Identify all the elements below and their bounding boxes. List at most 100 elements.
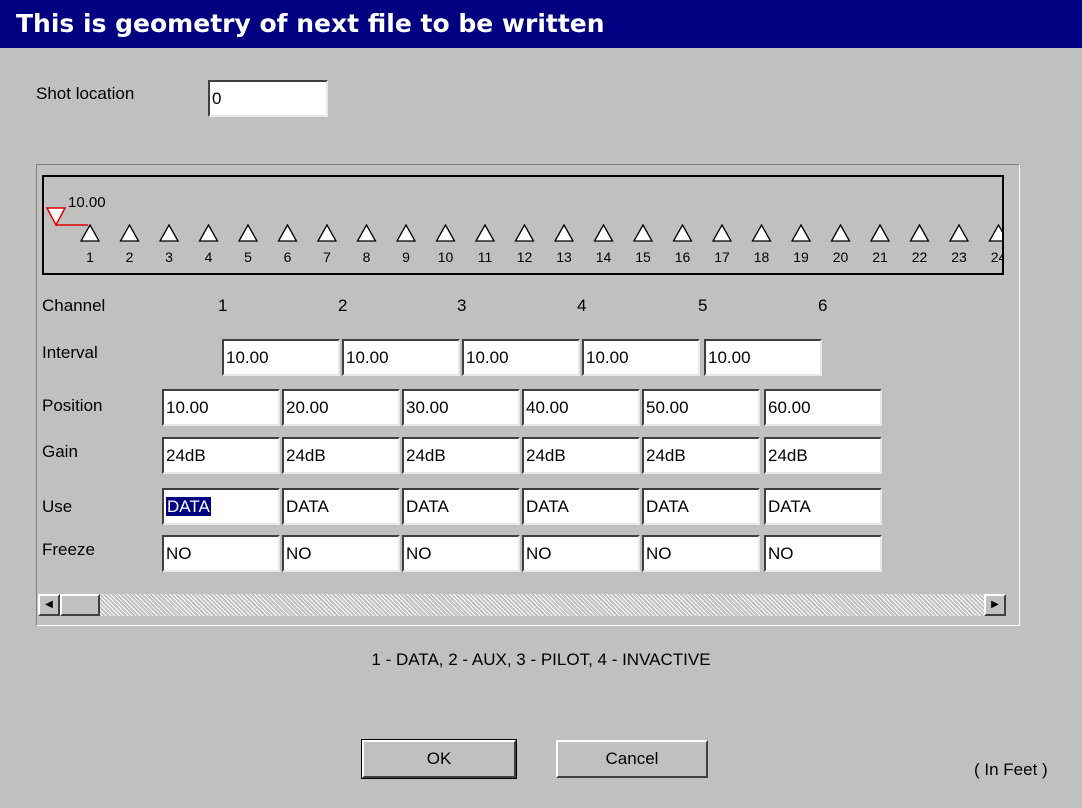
geophone-number: 13 <box>556 249 572 265</box>
freeze-field[interactable]: NO <box>162 535 280 572</box>
channel-number: 5 <box>698 296 708 315</box>
use-row-label: Use <box>42 497 73 516</box>
geophone-number: 14 <box>596 249 612 265</box>
source-offset-label: 10.00 <box>68 194 106 211</box>
geophone-number: 9 <box>402 249 410 265</box>
geophone-number: 21 <box>872 249 888 265</box>
geophone-triangle-icon <box>909 223 930 242</box>
geometry-display: 1 2 3 4 5 6 7 8 9 10 11 12 13 14 15 16 17 18 19 20 21 22 23 24 … <box>42 175 1004 275</box>
gain-field[interactable]: 24dB <box>764 437 882 474</box>
geophone-triangle-icon <box>79 223 101 242</box>
geophone-triangle-icon <box>237 223 259 242</box>
interval-field[interactable]: 10.00 <box>462 339 580 376</box>
position-field[interactable]: 10.00 <box>162 389 280 426</box>
interval-row-label: Interval <box>42 343 98 362</box>
use-field[interactable]: DATA <box>522 488 640 525</box>
freeze-row-label: Freeze <box>42 540 95 559</box>
geophone-number: 16 <box>675 249 691 265</box>
position-field[interactable]: 30.00 <box>402 389 520 426</box>
geophone-triangle-icon <box>316 223 338 242</box>
geophone-triangle-icon <box>474 223 496 242</box>
ok-button-label: OK <box>426 749 452 768</box>
interval-field[interactable]: 10.00 <box>342 339 460 376</box>
use-field[interactable]: DATA <box>642 488 760 525</box>
gain-field[interactable]: 24dB <box>162 437 280 474</box>
geophone-triangle-icon <box>672 223 693 242</box>
geophone-number: 10 <box>438 249 454 265</box>
geophone-number: 5 <box>244 249 252 265</box>
horizontal-scrollbar[interactable]: ◀ ▶ <box>38 594 1006 616</box>
interval-field[interactable]: 10.00 <box>222 339 340 376</box>
geophone-triangle-icon <box>277 223 298 242</box>
geophone-number: 11 <box>478 249 493 265</box>
geophone-triangle-icon <box>158 223 180 242</box>
cancel-button-label: Cancel <box>605 749 659 768</box>
geophone-number: 7 <box>323 249 331 265</box>
freeze-field[interactable]: NO <box>642 535 760 572</box>
channel-number: 4 <box>577 296 587 315</box>
scroll-thumb[interactable] <box>60 594 100 616</box>
dialog-title: This is geometry of next file to be writ… <box>0 0 1082 48</box>
left-arrow-icon: ◀ <box>45 599 53 610</box>
gain-row-label: Gain <box>42 442 78 461</box>
geophone-triangle-icon <box>790 223 812 242</box>
position-field[interactable]: 60.00 <box>764 389 882 426</box>
geophone-number: 23 <box>951 249 967 265</box>
channel-number: 2 <box>338 296 348 315</box>
channel-number: 3 <box>457 296 467 315</box>
position-field[interactable]: 50.00 <box>642 389 760 426</box>
gain-field[interactable]: 24dB <box>282 437 400 474</box>
scroll-right-button[interactable]: ▶ <box>984 594 1006 616</box>
units-label: ( In Feet ) <box>974 760 1048 779</box>
geophone-triangle-icon <box>830 223 851 242</box>
freeze-field[interactable]: NO <box>402 535 520 572</box>
shot-location-input[interactable]: 0 <box>208 80 328 117</box>
right-arrow-icon: ▶ <box>991 599 999 610</box>
geophone-number: 15 <box>635 249 651 265</box>
interval-field[interactable]: 10.00 <box>704 339 822 376</box>
geophone-triangle-icon <box>395 223 417 242</box>
geophone-triangle-icon <box>553 223 575 242</box>
geophone-number: 6 <box>284 249 292 265</box>
geophone-triangle-icon <box>198 223 219 242</box>
geophone-number: 22 <box>912 249 928 265</box>
geophone-triangle-icon <box>356 223 377 242</box>
geophone-number: 1 <box>86 249 94 265</box>
channel-row-label: Channel <box>42 296 106 315</box>
freeze-field[interactable]: NO <box>764 535 882 572</box>
use-field[interactable]: DATA <box>402 488 520 525</box>
geophone-number: 17 <box>714 249 730 265</box>
use-field[interactable]: DATA <box>764 488 882 525</box>
geophone-number: 12 <box>517 249 533 265</box>
position-field[interactable]: 40.00 <box>522 389 640 426</box>
geophone-triangle-icon <box>632 223 654 242</box>
geophone-number: 8 <box>363 249 371 265</box>
use-code-legend: 1 - DATA, 2 - AUX, 3 - PILOT, 4 - INVACT… <box>371 650 711 669</box>
use-field[interactable]: DATA <box>162 488 280 525</box>
geophone-triangle-icon <box>119 223 140 242</box>
ok-button[interactable]: OK <box>361 739 517 779</box>
interval-field[interactable]: 10.00 <box>582 339 700 376</box>
channel-number: 1 <box>218 296 228 315</box>
gain-field[interactable]: 24dB <box>402 437 520 474</box>
geophone-number: 3 <box>165 249 173 265</box>
use-field-selected-text: DATA <box>166 497 211 516</box>
geophone-number: 19 <box>793 249 809 265</box>
geophone-triangle-icon <box>514 223 535 242</box>
geophone-triangle-icon <box>593 223 614 242</box>
gain-field[interactable]: 24dB <box>522 437 640 474</box>
geophone-number: 4 <box>205 249 213 265</box>
position-field[interactable]: 20.00 <box>282 389 400 426</box>
geophone-triangle-icon <box>751 223 772 242</box>
scroll-left-button[interactable]: ◀ <box>38 594 60 616</box>
geophone-triangle-icon <box>435 223 456 242</box>
gain-field[interactable]: 24dB <box>642 437 760 474</box>
use-field[interactable]: DATA <box>282 488 400 525</box>
cancel-button[interactable]: Cancel <box>556 740 708 778</box>
freeze-field[interactable]: NO <box>522 535 640 572</box>
channel-number: 6 <box>818 296 828 315</box>
position-row-label: Position <box>42 396 103 415</box>
freeze-field[interactable]: NO <box>282 535 400 572</box>
shot-location-label: Shot location <box>36 84 135 103</box>
geophone-triangle-icon <box>869 223 891 242</box>
